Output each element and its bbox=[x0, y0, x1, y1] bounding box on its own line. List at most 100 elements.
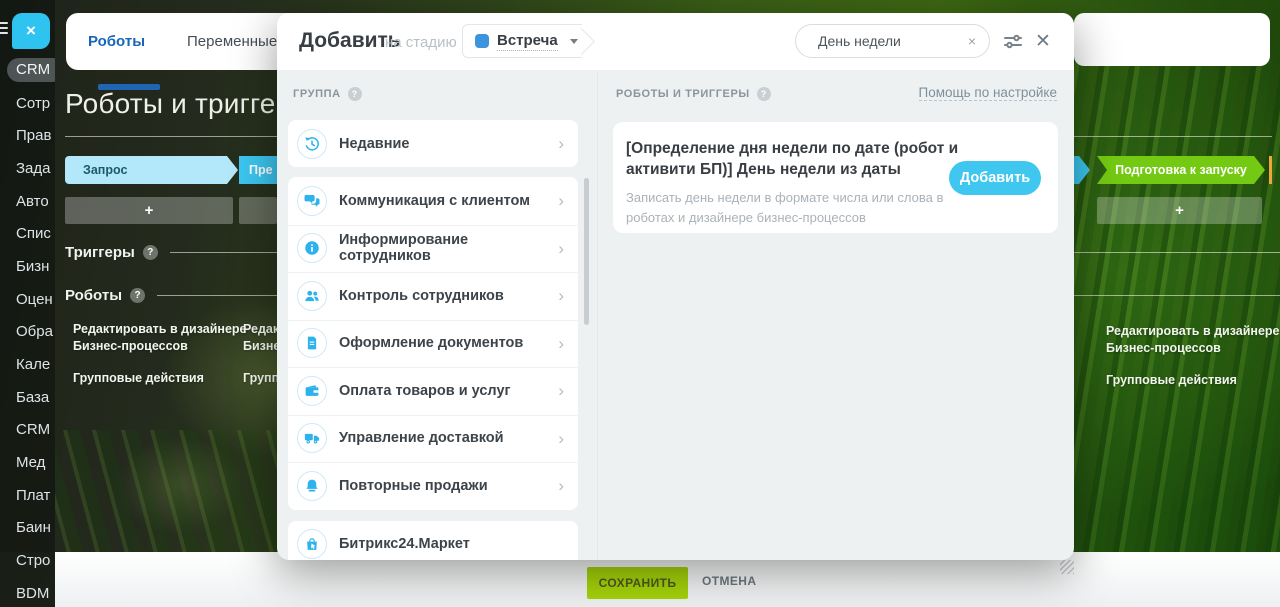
group-item[interactable]: Оплата товаров и услуг › bbox=[288, 367, 578, 415]
chevron-right-icon: › bbox=[558, 333, 564, 353]
group-icon bbox=[297, 280, 327, 311]
chevron-right-icon: › bbox=[558, 428, 564, 448]
chevron-right-icon: › bbox=[558, 238, 564, 258]
market-card: Битрикс24.Маркет bbox=[288, 521, 578, 560]
tab-bar: Роботы Переменные bbox=[66, 13, 292, 90]
modal-body: ГРУППА ? Недавние › Коммуникация с клиен… bbox=[277, 70, 1074, 560]
stage-presentation[interactable]: Пре bbox=[239, 156, 277, 184]
stage-selector-label: Встреча bbox=[497, 31, 558, 51]
modal-subtitle: на стадию bbox=[385, 34, 457, 51]
group-item-label: Контроль сотрудников bbox=[339, 287, 504, 304]
active-tab-underline bbox=[98, 84, 160, 90]
group-icon bbox=[297, 375, 327, 406]
add-robot-modal: Добавить на стадию Встреча × ✕ bbox=[277, 13, 1074, 560]
chevron-right-icon: › bbox=[558, 134, 564, 153]
triggers-line-right bbox=[1074, 252, 1280, 253]
resize-grip[interactable] bbox=[1060, 560, 1074, 574]
edit-in-designer-link[interactable]: Редактировать в дизайнере Бизнес-процесс… bbox=[1106, 323, 1280, 357]
help-icon[interactable]: ? bbox=[142, 245, 158, 260]
add-robot-button-right[interactable]: + bbox=[1097, 197, 1262, 224]
clear-search-icon[interactable]: × bbox=[968, 33, 976, 49]
group-item-recent[interactable]: Недавние › bbox=[288, 120, 578, 167]
group-icon bbox=[297, 328, 327, 359]
chevron-down-icon bbox=[569, 38, 578, 44]
top-right-toolbar bbox=[1074, 13, 1270, 66]
robots-section: Роботы ? bbox=[65, 287, 146, 304]
results-header: РОБОТЫ И ТРИГГЕРЫ ? bbox=[616, 87, 771, 101]
robot-title: [Определение дня недели по дате (робот и… bbox=[626, 140, 959, 178]
stage-selector[interactable]: Встреча bbox=[462, 24, 582, 58]
tab-robots[interactable]: Роботы bbox=[88, 33, 160, 90]
chevron-right-icon: › bbox=[558, 191, 564, 211]
filter-sliders-icon[interactable] bbox=[1003, 32, 1023, 57]
group-item[interactable]: Повторные продажи › bbox=[288, 462, 578, 510]
groups-card: Коммуникация с клиентом › Информирование… bbox=[288, 177, 578, 510]
robots-line bbox=[157, 295, 277, 296]
robot-result-card: [Определение дня недели по дате (робот и… bbox=[613, 122, 1058, 233]
bp-links-left: Редактировать в дизайнере Бизнес-процесс… bbox=[73, 321, 263, 387]
group-item-label: Оформление документов bbox=[339, 335, 524, 352]
stage-zapros[interactable]: Запрос bbox=[65, 156, 238, 184]
search-box: × bbox=[795, 24, 990, 58]
group-item[interactable]: Коммуникация с клиентом › bbox=[288, 177, 578, 225]
cancel-button[interactable]: ОТМЕНА bbox=[702, 574, 756, 588]
group-icon bbox=[297, 233, 327, 264]
modal-close-icon[interactable]: ✕ bbox=[1035, 30, 1051, 53]
market-icon bbox=[297, 529, 327, 559]
group-actions-link[interactable]: Групповые действия bbox=[1106, 372, 1280, 389]
add-robot-button-left2[interactable] bbox=[239, 197, 277, 224]
page-footer: СОХРАНИТЬ ОТМЕНА bbox=[55, 552, 1280, 607]
robot-description: Записать день недели в формате числа или… bbox=[626, 190, 944, 225]
history-icon bbox=[297, 128, 327, 159]
chevron-right-icon: › bbox=[558, 286, 564, 306]
group-actions-link[interactable]: Групповые действия bbox=[73, 370, 263, 387]
screen: × CRM Сотр Прав Зада Авто Спис Бизн Оцен… bbox=[0, 0, 1280, 607]
edit-in-designer-link[interactable]: Редактировать в дизайнере Бизнес-процесс… bbox=[73, 321, 263, 355]
group-item-label: Информирование сотрудников bbox=[339, 232, 469, 265]
help-icon[interactable]: ? bbox=[756, 87, 771, 101]
groups-column: ГРУППА ? Недавние › Коммуникация с клиен… bbox=[277, 70, 597, 560]
stage-arrow-tip bbox=[1074, 156, 1090, 184]
chevron-right-icon: › bbox=[558, 381, 564, 401]
group-item-label: Коммуникация с клиентом bbox=[339, 192, 530, 209]
bp-links-right: Редактировать в дизайнере Бизнес-процесс… bbox=[1106, 323, 1280, 389]
search-input[interactable] bbox=[818, 31, 953, 51]
group-item-label: Повторные продажи bbox=[339, 477, 488, 494]
save-button[interactable]: СОХРАНИТЬ bbox=[587, 567, 688, 599]
page-title: Роботы и триггеры bbox=[65, 88, 312, 119]
triggers-section: Триггеры ? bbox=[65, 244, 158, 261]
help-icon[interactable]: ? bbox=[130, 288, 146, 303]
group-icon bbox=[297, 185, 327, 216]
results-header-label: РОБОТЫ И ТРИГГЕРЫ bbox=[616, 88, 750, 100]
group-item-label: Управление доставкой bbox=[339, 430, 504, 447]
group-item-label: Битрикс24.Маркет bbox=[339, 536, 470, 552]
tab-variables[interactable]: Переменные bbox=[187, 33, 277, 50]
add-robot-button-left[interactable]: + bbox=[65, 197, 233, 224]
robots-line-right bbox=[1074, 295, 1280, 296]
group-item[interactable]: Информирование сотрудников › bbox=[288, 224, 578, 273]
results-column: РОБОТЫ И ТРИГГЕРЫ ? Помощь по настройке … bbox=[597, 70, 1074, 560]
add-robot-button[interactable]: Добавить bbox=[949, 161, 1041, 195]
triggers-label: Триггеры bbox=[65, 244, 135, 261]
group-item-label: Недавние bbox=[339, 135, 410, 152]
group-item[interactable]: Управление доставкой › bbox=[288, 414, 578, 463]
robots-label: Роботы bbox=[65, 287, 123, 304]
setup-help-link[interactable]: Помощь по настройке bbox=[918, 85, 1057, 101]
chevron-right-icon: › bbox=[558, 476, 564, 496]
group-item[interactable]: Контроль сотрудников › bbox=[288, 272, 578, 320]
group-item-label: Оплата товаров и услуг bbox=[339, 382, 511, 399]
stage-square-icon bbox=[475, 34, 489, 48]
group-icon bbox=[297, 423, 327, 454]
group-item[interactable]: Оформление документов › bbox=[288, 319, 578, 368]
help-icon[interactable]: ? bbox=[347, 87, 362, 101]
groups-scrollbar[interactable] bbox=[584, 178, 589, 325]
triggers-line bbox=[170, 252, 277, 253]
stage-label: Пре bbox=[249, 163, 273, 177]
group-item-market[interactable]: Битрикс24.Маркет bbox=[288, 521, 578, 560]
groups-header: ГРУППА ? bbox=[293, 87, 362, 101]
stage-podgotovka[interactable]: Подготовка к запуску bbox=[1097, 156, 1265, 184]
stage-next-sliver bbox=[1269, 156, 1272, 184]
stage-label: Запрос bbox=[83, 163, 128, 177]
recent-card: Недавние › bbox=[288, 120, 578, 167]
group-icon bbox=[297, 470, 327, 501]
